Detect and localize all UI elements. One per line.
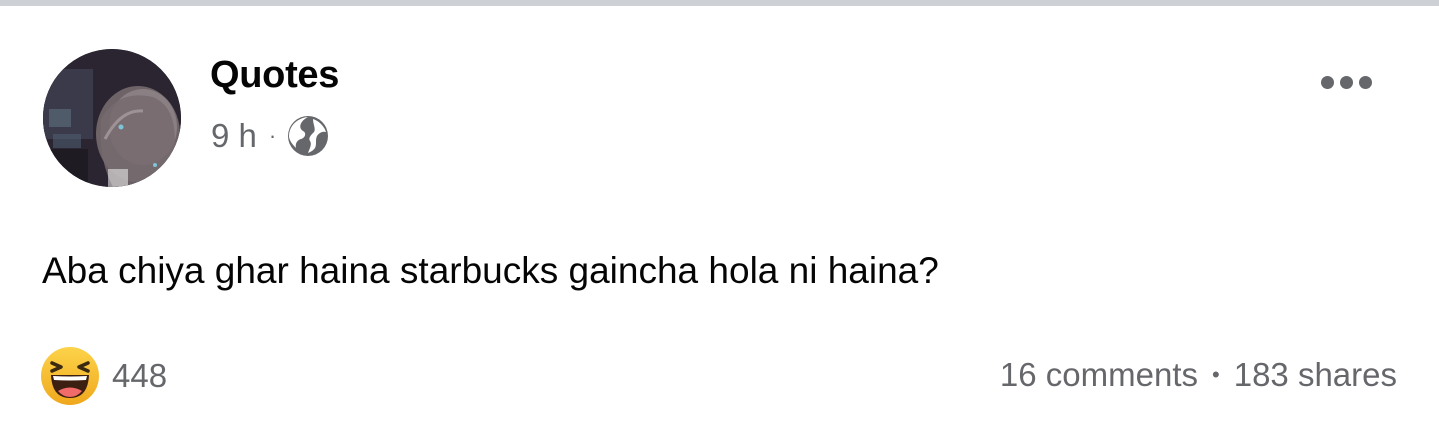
- avatar[interactable]: [43, 49, 181, 187]
- shares-count[interactable]: 183 shares: [1234, 356, 1397, 394]
- avatar-image: [43, 49, 181, 187]
- reaction-count: 448: [112, 357, 168, 394]
- engagement-stats: 16 comments • 183 shares: [1000, 356, 1397, 394]
- haha-emoji-icon: [41, 347, 99, 405]
- engagement-separator: •: [1212, 362, 1220, 387]
- more-options-dot: [1358, 75, 1372, 89]
- meta-separator: ·: [268, 123, 277, 148]
- more-options-dot: [1320, 75, 1334, 89]
- post-meta: 9 h ·: [211, 116, 330, 156]
- more-options-dot: [1339, 75, 1353, 89]
- comments-count[interactable]: 16 comments: [1000, 356, 1198, 394]
- post-card: Quotes 9 h · Aba chiya ghar haina starbu…: [0, 6, 1439, 444]
- post-time[interactable]: 9 h: [211, 117, 257, 155]
- globe-icon: [288, 116, 329, 156]
- reactions-summary[interactable]: 448: [40, 346, 167, 406]
- post-text: Aba chiya ghar haina starbucks gaincha h…: [42, 250, 939, 291]
- more-options-button[interactable]: [1310, 62, 1382, 102]
- page-name[interactable]: Quotes: [210, 54, 339, 97]
